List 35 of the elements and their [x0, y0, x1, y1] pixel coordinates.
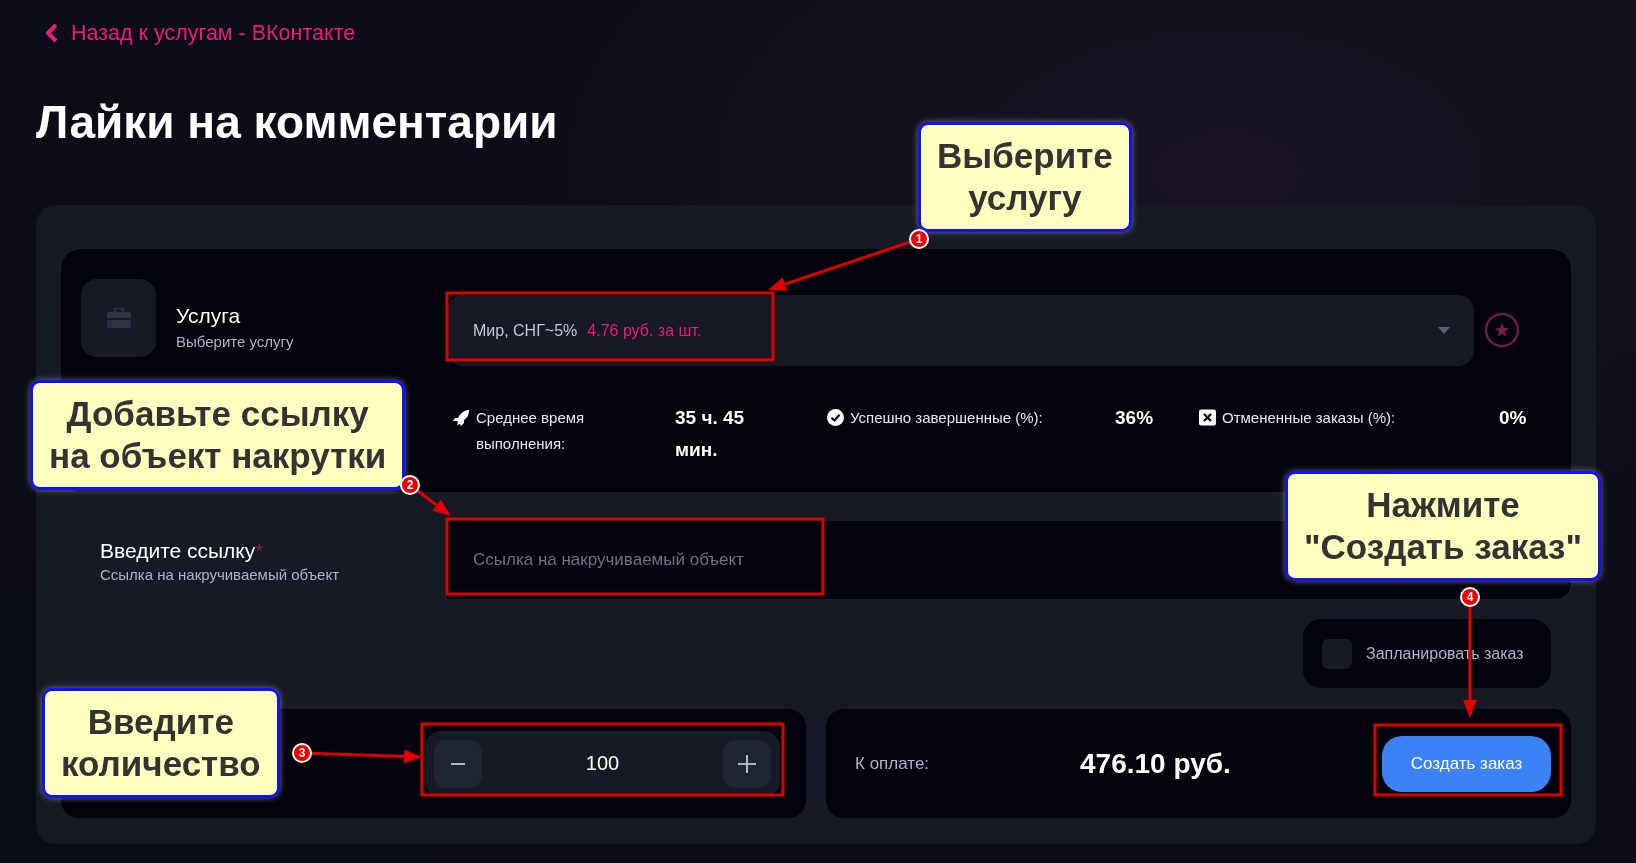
- callout-text: Выберите: [937, 135, 1113, 177]
- callout-text: Введите: [86, 701, 235, 743]
- back-link[interactable]: Назад к услугам - ВКонтакте: [45, 20, 356, 46]
- service-dropdown[interactable]: Мир, СНГ~5% 4.76 руб. за шт.: [447, 295, 1474, 366]
- callout-text: количество: [61, 743, 261, 785]
- x-square-icon: [1199, 408, 1216, 426]
- link-hint: Ссылка на накручиваемый объект: [100, 565, 340, 583]
- briefcase-icon: [106, 308, 131, 328]
- stat-value: 0%: [1499, 405, 1527, 430]
- stat-label: Успешно завершенные (%):: [850, 407, 1043, 428]
- service-label: Услуга: [176, 303, 242, 329]
- stat-value: 36%: [1115, 405, 1155, 430]
- quantity-stepper[interactable]: 100: [425, 730, 780, 797]
- plus-button[interactable]: [723, 739, 771, 788]
- stat-value: 35 ч. 45 мин.: [675, 405, 746, 462]
- callout-text: Добавьте ссылку: [65, 393, 370, 435]
- callout-text: на объект накрутки: [49, 435, 387, 477]
- service-hint: Выберите услугу: [176, 333, 294, 350]
- quantity-value: 100: [585, 752, 620, 775]
- check-circle-icon: [827, 408, 844, 426]
- payment-amount: 476.10 руб.: [1080, 747, 1231, 780]
- callout-text: услугу: [967, 177, 1083, 219]
- link-label: Введите ссылку*: [100, 537, 265, 564]
- chevron-left-icon: [45, 23, 59, 43]
- stat-label: Отмененные заказы (%):: [1222, 407, 1396, 428]
- plus-icon: [737, 753, 757, 774]
- service-name: Мир, СНГ~5%: [473, 321, 578, 340]
- minus-icon: [451, 762, 465, 765]
- caret-down-icon: [1438, 326, 1450, 335]
- stat-label: Среднее время выполнения:: [476, 407, 586, 454]
- rocket-icon: [453, 408, 470, 426]
- service-price: 4.76 руб. за шт.: [587, 321, 702, 340]
- payment-label: К оплате:: [855, 753, 931, 774]
- create-order-button[interactable]: Создать заказ: [1382, 735, 1551, 792]
- minus-button[interactable]: [434, 739, 482, 788]
